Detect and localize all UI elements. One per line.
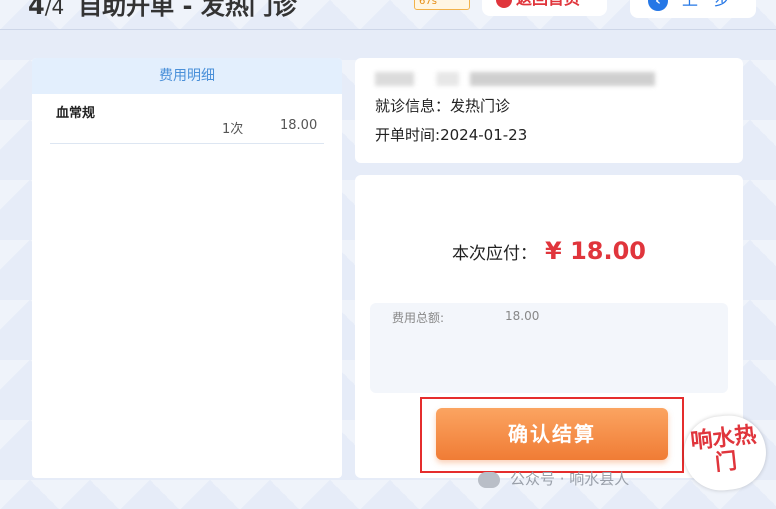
payment-due-label: 本次应付： <box>452 244 538 264</box>
watermark: 公众号 · 响水县人 <box>478 468 629 489</box>
previous-step-button[interactable]: ‹ 上一步 <box>630 0 756 18</box>
home-button-label: 返回首页 <box>516 0 580 8</box>
fee-total-label: 费用总额: <box>392 311 445 325</box>
fee-detail-title: 费用明细 <box>32 58 342 94</box>
visit-label: 就诊信息： <box>375 97 451 115</box>
redacted-patient-line <box>375 72 655 86</box>
title-text: 自助开单 - 发热门诊 <box>78 0 297 20</box>
home-icon <box>496 0 512 8</box>
step-current: 4 <box>28 0 45 20</box>
header-bar: 4/4 自助开单 - 发热门诊 67s 返回首页 ‹ 上一步 <box>0 0 776 30</box>
watermark-text: 公众号 · 响水县人 <box>510 470 630 488</box>
wechat-icon <box>478 471 500 488</box>
logo-text: 响水热门 <box>689 421 758 477</box>
order-time-line: 开单时间:2024-01-23 <box>375 121 723 150</box>
step-total: /4 <box>44 0 65 19</box>
fee-detail-panel: 费用明细 血常规 1次 18.00 <box>32 58 342 478</box>
fee-item-name: 血常规 <box>56 106 96 121</box>
page-title: 4/4 自助开单 - 发热门诊 <box>28 0 297 21</box>
fee-total-value: 18.00 <box>505 309 540 323</box>
fee-summary-box: 费用总额: 18.00 <box>370 303 728 393</box>
previous-step-label: 上一步 <box>682 0 730 9</box>
highlight-annotation <box>420 397 684 473</box>
payment-due-line: 本次应付： ¥ 18.00 <box>355 237 743 265</box>
visit-value: 发热门诊 <box>450 97 511 115</box>
visit-info-line: 就诊信息：发热门诊 <box>375 92 723 121</box>
order-time-value: 2024-01-23 <box>440 126 528 144</box>
list-item: 血常规 1次 18.00 <box>50 94 324 144</box>
chevron-left-icon: ‹ <box>648 0 668 11</box>
timer-badge: 67s <box>414 0 470 10</box>
payment-due-amount: ¥ 18.00 <box>545 237 646 265</box>
timer-text: 67s <box>419 0 437 7</box>
fee-item-amount: 18.00 <box>280 118 318 133</box>
fee-item-quantity: 1次 <box>222 122 244 137</box>
patient-info-panel: 就诊信息：发热门诊 开单时间:2024-01-23 <box>355 58 743 163</box>
home-button[interactable]: 返回首页 <box>482 0 607 16</box>
order-time-label: 开单时间: <box>375 126 441 144</box>
